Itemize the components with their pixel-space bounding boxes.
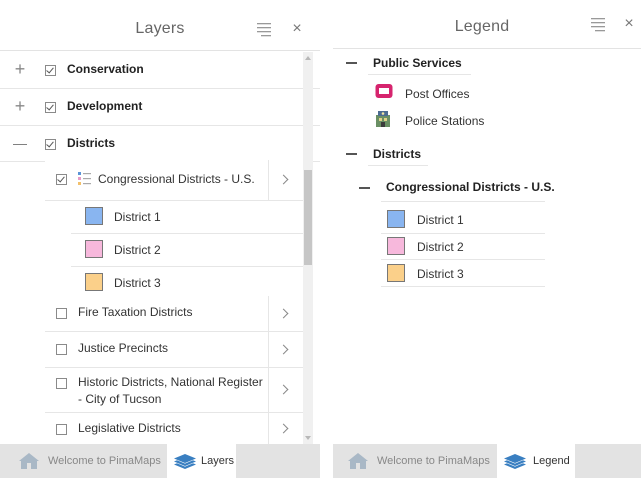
checkbox[interactable] (56, 378, 67, 389)
divider (368, 74, 471, 75)
divider (381, 233, 545, 234)
layer-row-congressional[interactable]: Congressional Districts - U.S. (45, 160, 303, 201)
layer-label: Historic Districts, National Register - … (78, 375, 263, 406)
collapse-icon[interactable] (346, 153, 357, 155)
menu-icon[interactable] (255, 20, 273, 38)
legend-subgroup-label: Congressional Districts - U.S. (386, 180, 555, 194)
sublayer-label: District 2 (114, 243, 161, 257)
legend-item-label: District 2 (417, 240, 464, 254)
close-icon[interactable]: × (288, 20, 306, 38)
checkbox[interactable] (45, 102, 56, 113)
sublayer-district-1: District 1 (71, 201, 303, 234)
legend-group-label: Public Services (373, 56, 462, 70)
checkbox[interactable] (56, 174, 67, 185)
tab-label: Welcome to PimaMaps (377, 455, 490, 467)
layer-group-districts[interactable]: — Districts (0, 126, 320, 162)
police-station-icon (376, 111, 390, 127)
tab-label: Welcome to PimaMaps (48, 455, 161, 467)
checkbox[interactable] (56, 344, 67, 355)
layer-list-icon (78, 172, 91, 185)
checkbox[interactable] (56, 308, 67, 319)
tab-welcome[interactable]: Welcome to PimaMaps (333, 444, 497, 478)
legend-item-label: District 1 (417, 213, 464, 227)
checkbox[interactable] (56, 424, 67, 435)
layer-label: Justice Precincts (78, 341, 169, 355)
collapse-icon[interactable] (359, 187, 370, 189)
collapse-icon[interactable] (346, 62, 357, 64)
scroll-down-icon[interactable] (305, 436, 311, 440)
divider (381, 286, 545, 287)
legend-item-label: Police Stations (405, 114, 485, 128)
checkbox[interactable] (45, 139, 56, 150)
layer-row-historic-districts[interactable]: Historic Districts, National Register - … (45, 368, 303, 413)
legend-title: Legend (454, 18, 510, 35)
swatch-district-3 (85, 273, 103, 291)
swatch-district-1 (85, 207, 103, 225)
legend-footer: Welcome to PimaMaps Legend (333, 444, 641, 478)
legend-group-label: Districts (373, 147, 422, 161)
layer-row-legislative[interactable]: Legislative Districts (45, 413, 303, 444)
expand-icon[interactable]: + (12, 97, 28, 115)
sublayer-label: District 1 (114, 210, 161, 224)
home-icon (19, 453, 39, 469)
layer-row-fire-taxation[interactable]: Fire Taxation Districts (45, 296, 303, 332)
layers-footer: Welcome to PimaMaps Layers (0, 444, 320, 478)
tab-label: Legend (533, 455, 570, 467)
swatch-district-1 (387, 210, 405, 228)
expand-icon[interactable]: + (12, 60, 28, 78)
mail-icon (375, 84, 393, 98)
layers-stack-icon (174, 454, 196, 469)
chevron-right-icon[interactable] (268, 368, 303, 412)
scroll-thumb[interactable] (304, 170, 312, 265)
tab-welcome[interactable]: Welcome to PimaMaps (0, 444, 167, 478)
group-label: Districts (67, 136, 116, 150)
swatch-district-3 (387, 264, 405, 282)
layers-list: + Conservation + Development — Districts (0, 52, 320, 444)
layers-panel: Layers × + Conservation + Development — … (0, 0, 320, 478)
layer-label: Congressional Districts - U.S. (98, 172, 255, 186)
scrollbar[interactable] (303, 52, 313, 444)
group-label: Development (67, 99, 143, 113)
tab-legend[interactable]: Legend (497, 444, 575, 478)
home-icon (348, 453, 368, 469)
legend-header: Legend × (333, 6, 641, 49)
swatch-district-2 (85, 240, 103, 258)
tab-label: Layers (201, 455, 235, 467)
divider (368, 165, 428, 166)
legend-item-label: Post Offices (405, 87, 470, 101)
checkbox[interactable] (45, 65, 56, 76)
legend-item-label: District 3 (417, 267, 464, 281)
legend-panel: Legend × Public Services Post Offices Po… (333, 0, 641, 478)
layers-stack-icon (504, 454, 526, 469)
chevron-right-icon[interactable] (268, 332, 303, 367)
group-label: Conservation (67, 62, 144, 76)
layer-row-justice-precincts[interactable]: Justice Precincts (45, 332, 303, 368)
layer-group-conservation[interactable]: + Conservation (0, 52, 320, 89)
sublayer-label: District 3 (114, 276, 161, 290)
layer-label: Legislative Districts (78, 421, 181, 435)
layer-label: Fire Taxation Districts (78, 305, 193, 319)
tab-layers[interactable]: Layers (167, 444, 236, 478)
swatch-district-2 (387, 237, 405, 255)
layer-group-development[interactable]: + Development (0, 89, 320, 126)
collapse-icon[interactable]: — (12, 135, 28, 151)
close-icon[interactable]: × (620, 15, 638, 33)
scroll-up-icon[interactable] (305, 56, 311, 60)
sublayer-district-2: District 2 (71, 234, 303, 267)
layers-header: Layers × (0, 8, 320, 51)
divider (381, 201, 545, 202)
chevron-right-icon[interactable] (268, 296, 303, 331)
menu-icon[interactable] (589, 15, 607, 33)
chevron-right-icon[interactable] (268, 160, 303, 200)
divider (381, 259, 545, 260)
chevron-right-icon[interactable] (268, 413, 303, 444)
